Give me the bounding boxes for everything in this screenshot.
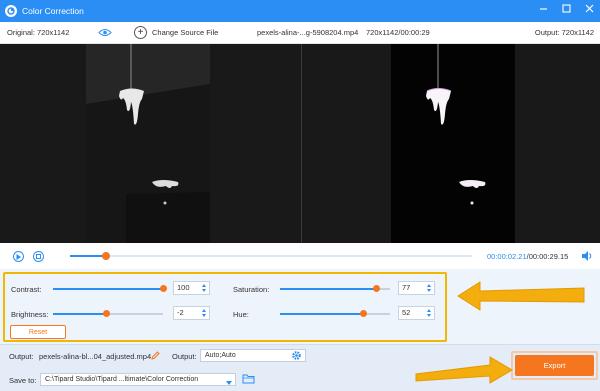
brightness-fill <box>53 313 107 315</box>
settings-gear-icon[interactable] <box>291 350 302 363</box>
minimize-icon[interactable] <box>539 4 548 15</box>
time-display: 00:00:02.21/00:00:29.15 <box>487 252 568 261</box>
window-title: Color Correction <box>22 6 84 16</box>
hue-fill <box>280 313 364 315</box>
original-resolution: Original: 720x1142 <box>7 28 70 37</box>
brightness-stepper[interactable] <box>202 308 206 318</box>
app-logo-icon <box>5 5 17 17</box>
hue-label: Hue: <box>233 310 249 319</box>
saturation-fill <box>280 288 377 290</box>
saturation-input[interactable]: 77 <box>398 281 435 295</box>
brightness-input[interactable]: -2 <box>173 306 210 320</box>
annotation-arrow-icon <box>457 281 585 311</box>
contrast-slider[interactable] <box>53 285 167 292</box>
timeline-slider[interactable] <box>70 252 472 260</box>
save-path-value: C:\Tipard Studio\Tipard ...ltimate\Color… <box>45 376 199 383</box>
info-bar: Original: 720x1142 + Change Source File … <box>0 22 600 44</box>
preview-divider <box>301 44 302 243</box>
contrast-value: 100 <box>177 283 190 292</box>
output-preview <box>391 44 515 243</box>
contrast-handle[interactable] <box>159 285 167 292</box>
output-label: Output: <box>9 352 34 361</box>
output-format-value: Auto;Auto <box>205 352 236 359</box>
plus-icon: + <box>134 26 147 39</box>
hue-input[interactable]: 52 <box>398 306 435 320</box>
play-button[interactable] <box>13 251 24 262</box>
volume-icon[interactable] <box>582 251 593 263</box>
file-meta: 720x1142/00:00:29 <box>366 28 430 37</box>
chevron-down-icon[interactable] <box>226 378 232 389</box>
saturation-label: Saturation: <box>233 285 270 294</box>
timeline-handle[interactable] <box>102 252 111 260</box>
preview-area <box>0 44 600 243</box>
playback-controls: 00:00:02.21/00:00:29.15 <box>0 243 600 269</box>
output-file-name: pexels-alina-bl...04_adjusted.mp4 <box>39 352 152 361</box>
eye-icon[interactable] <box>98 28 112 39</box>
hue-slider[interactable] <box>280 310 390 317</box>
contrast-fill <box>53 288 163 290</box>
change-source-label: Change Source File <box>152 28 219 37</box>
output-resolution: Output: 720x1142 <box>534 28 594 37</box>
timeline-progress <box>70 255 107 257</box>
file-name: pexels-alina-...g-5908204.mp4 <box>257 28 359 37</box>
highlight-box <box>3 272 447 342</box>
saturation-value: 77 <box>402 283 411 292</box>
current-time: 00:00:02.21 <box>487 252 527 261</box>
brightness-slider[interactable] <box>53 310 163 317</box>
hue-stepper[interactable] <box>427 308 431 318</box>
edit-pencil-icon[interactable] <box>151 351 160 362</box>
title-bar: Color Correction <box>0 0 600 22</box>
output-format-label: Output: <box>172 352 197 361</box>
contrast-label: Contrast: <box>11 285 42 294</box>
save-path-field[interactable]: C:\Tipard Studio\Tipard ...ltimate\Color… <box>40 373 236 386</box>
brightness-label: Brightness: <box>11 310 49 319</box>
save-to-label: Save to: <box>9 376 37 385</box>
annotation-arrow-icon <box>415 356 513 384</box>
export-button[interactable]: Export <box>515 355 594 376</box>
total-time: /00:00:29.15 <box>526 252 569 261</box>
contrast-stepper[interactable] <box>202 283 206 293</box>
change-source-button[interactable]: + Change Source File <box>134 26 218 39</box>
maximize-icon[interactable] <box>562 4 571 15</box>
stop-button[interactable] <box>33 251 44 262</box>
original-preview <box>86 44 210 243</box>
brightness-value: -2 <box>177 308 184 317</box>
reset-button[interactable]: Reset <box>10 325 66 339</box>
hue-value: 52 <box>402 308 411 317</box>
folder-icon[interactable] <box>242 373 255 386</box>
contrast-input[interactable]: 100 <box>173 281 210 295</box>
close-icon[interactable] <box>585 4 594 15</box>
saturation-slider[interactable] <box>280 285 390 292</box>
saturation-stepper[interactable] <box>427 283 431 293</box>
